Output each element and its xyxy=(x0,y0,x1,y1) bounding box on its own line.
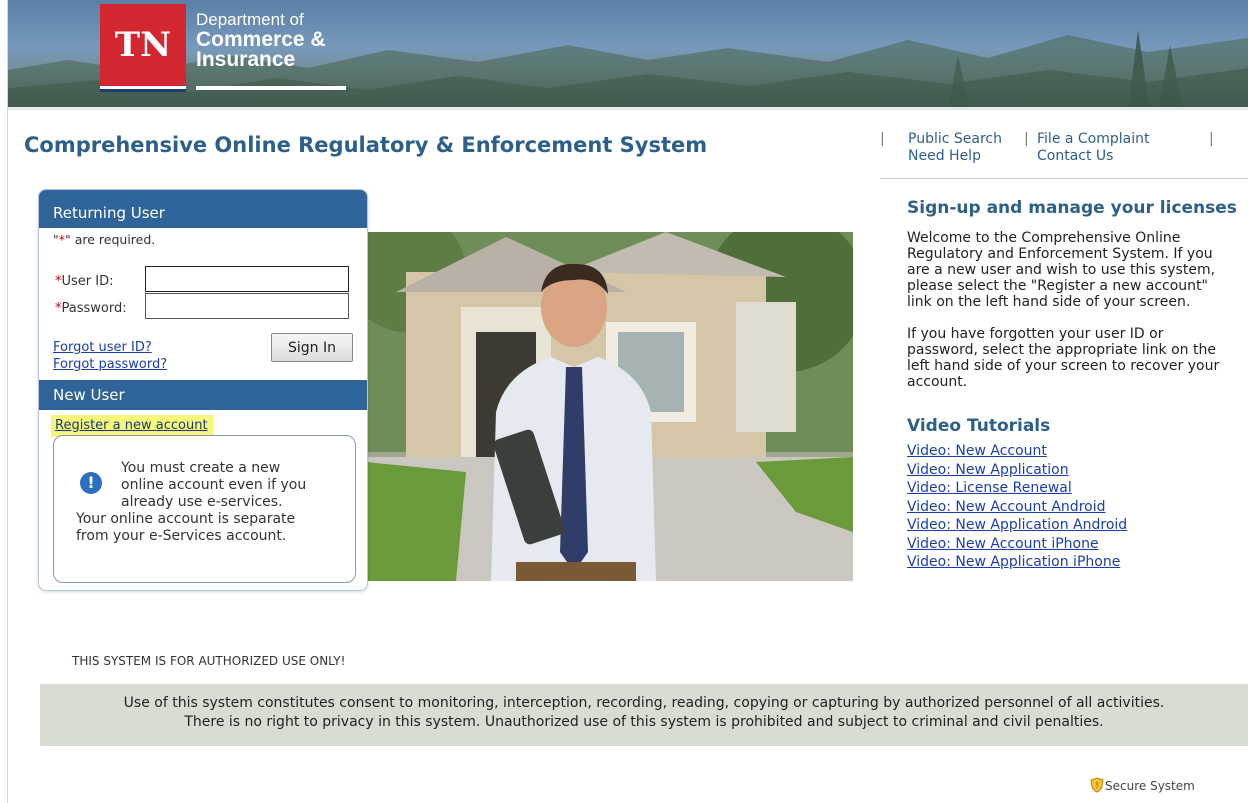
info-text: Welcome to the Comprehensive Online Regu… xyxy=(907,230,1237,390)
video-link-license-renewal[interactable]: Video: License Renewal xyxy=(907,479,1237,498)
video-link-new-application[interactable]: Video: New Application xyxy=(907,461,1237,480)
required-suffix: " are required. xyxy=(65,232,156,247)
info-column: Sign-up and manage your licenses Welcome… xyxy=(907,198,1237,572)
signup-heading: Sign-up and manage your licenses xyxy=(907,198,1237,218)
sign-in-button[interactable]: Sign In xyxy=(271,333,353,362)
dept-line-1: Department of xyxy=(196,10,304,29)
video-link-new-account-android[interactable]: Video: New Account Android xyxy=(907,498,1237,517)
page-title: Comprehensive Online Regulatory & Enforc… xyxy=(24,133,708,157)
forgot-paragraph: If you have forgotten your user ID or pa… xyxy=(907,326,1220,390)
file-complaint-link[interactable]: File a Complaint xyxy=(1037,131,1150,148)
required-note: "*" are required. xyxy=(53,232,155,247)
secure-system-label: Secure System xyxy=(1105,779,1195,793)
disclaimer-line-1: Use of this system constitutes consent t… xyxy=(123,695,1165,711)
user-id-label-text: User ID: xyxy=(61,274,114,289)
video-link-new-account-iphone[interactable]: Video: New Account iPhone xyxy=(907,535,1237,554)
tn-logo-text: TN xyxy=(114,25,172,65)
privacy-disclaimer: Use of this system constitutes consent t… xyxy=(40,684,1248,746)
contact-us-link[interactable]: Contact Us xyxy=(1037,148,1113,165)
dept-line-3: Insurance xyxy=(196,48,296,71)
tn-logo: TN xyxy=(100,4,186,86)
forgot-user-id-link[interactable]: Forgot user ID? xyxy=(53,340,152,355)
hero-photo-illustration xyxy=(366,232,853,581)
welcome-paragraph: Welcome to the Comprehensive Online Regu… xyxy=(907,230,1216,310)
notice-line-5: from your e-Services account. xyxy=(76,528,287,544)
disclaimer-line-2: There is no right to privacy in this sys… xyxy=(184,714,1104,730)
shield-icon: ! xyxy=(1090,777,1104,793)
svg-text:!: ! xyxy=(1095,781,1098,790)
forgot-password-link[interactable]: Forgot password? xyxy=(53,357,167,372)
password-input[interactable] xyxy=(145,293,349,319)
user-id-label: *User ID: xyxy=(55,274,114,289)
new-account-notice: ! You must create a new online account e… xyxy=(53,435,356,583)
notice-line-2: online account even if you xyxy=(121,477,307,493)
video-link-new-account[interactable]: Video: New Account xyxy=(907,442,1237,461)
dept-underline xyxy=(196,86,346,90)
notice-line-1: You must create a new xyxy=(121,460,281,476)
password-label: *Password: xyxy=(55,301,127,316)
tn-logo-underline xyxy=(100,86,186,92)
link-separator: | xyxy=(880,131,885,147)
login-panel: Returning User "*" are required. *User I… xyxy=(38,189,368,591)
notice-line-4: Your online account is separate xyxy=(76,511,296,527)
password-label-text: Password: xyxy=(61,301,127,316)
new-user-heading: New User xyxy=(39,380,367,410)
video-link-new-application-iphone[interactable]: Video: New Application iPhone xyxy=(907,553,1237,572)
register-new-account-link[interactable]: Register a new account xyxy=(55,418,208,433)
video-tutorials-heading: Video Tutorials xyxy=(907,416,1051,436)
video-link-new-application-android[interactable]: Video: New Application Android xyxy=(907,516,1237,535)
register-highlight: Register a new account xyxy=(51,415,214,437)
top-links-divider xyxy=(880,178,1248,179)
hero-photo xyxy=(366,232,853,581)
need-help-link[interactable]: Need Help xyxy=(908,148,981,165)
notice-text: You must create a new online account eve… xyxy=(76,460,336,545)
link-separator: | xyxy=(1024,131,1029,147)
authorized-use-notice: THIS SYSTEM IS FOR AUTHORIZED USE ONLY! xyxy=(72,654,346,668)
dept-line-2: Commerce & xyxy=(196,28,326,51)
link-separator: | xyxy=(1209,131,1214,147)
returning-user-heading: Returning User xyxy=(39,190,367,228)
header-banner xyxy=(8,0,1248,110)
department-name: Department of Commerce & Insurance xyxy=(196,10,326,70)
video-list: Video: New Account Video: New Applicatio… xyxy=(907,442,1237,572)
notice-line-3: already use e-services. xyxy=(121,494,283,510)
secure-system-badge: ! Secure System xyxy=(1090,777,1195,793)
public-search-link[interactable]: Public Search xyxy=(908,131,1002,148)
user-id-input[interactable] xyxy=(145,266,349,292)
banner-hills xyxy=(8,47,1248,107)
